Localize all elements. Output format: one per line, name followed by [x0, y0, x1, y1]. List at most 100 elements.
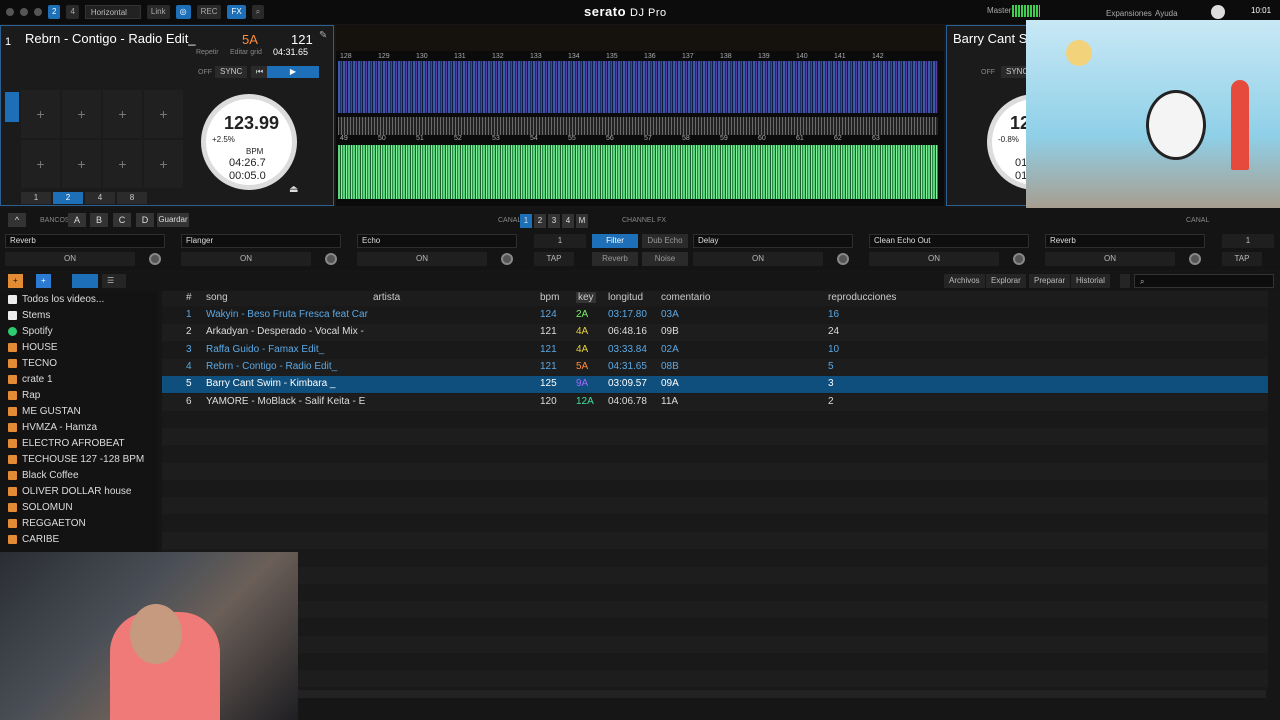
table-row[interactable]: 4 Rebrn - Contigo - Radio Edit_ 121 5A 04:31…: [162, 358, 1268, 376]
header-length[interactable]: longitud: [608, 292, 643, 303]
detail-view-icon[interactable]: ☰: [102, 274, 126, 288]
header-comment[interactable]: comentario: [661, 292, 710, 303]
header-bpm[interactable]: bpm: [540, 292, 559, 303]
save-bank-button[interactable]: Guardar: [157, 213, 189, 227]
crate-item[interactable]: HOUSE: [0, 339, 158, 355]
deck-count-2-button[interactable]: 2: [48, 5, 61, 19]
chfx-reverb-button[interactable]: Reverb: [592, 252, 638, 266]
hotcue-pad[interactable]: +: [144, 140, 183, 188]
repeat-label[interactable]: Repetir: [196, 49, 219, 56]
midi-icon[interactable]: ◎: [175, 5, 191, 19]
window-dot-icon[interactable]: [6, 8, 14, 16]
header-artist[interactable]: artista: [373, 292, 400, 303]
fx-knob[interactable]: [325, 253, 337, 265]
loop-button[interactable]: 8: [117, 192, 147, 204]
fx-knob[interactable]: [837, 253, 849, 265]
fx-unit-5-select[interactable]: Clean Echo Out: [869, 234, 1029, 248]
window-dot-icon[interactable]: [34, 8, 42, 16]
horizontal-scrollbar[interactable]: [298, 690, 1266, 698]
hotcue-pad[interactable]: +: [62, 90, 101, 138]
edit-icon[interactable]: ✎: [319, 30, 327, 41]
header-key[interactable]: key: [576, 292, 596, 303]
off-label[interactable]: OFF: [981, 69, 995, 76]
crate-item[interactable]: Stems: [0, 307, 158, 323]
collapse-icon[interactable]: ^: [8, 213, 26, 227]
chfx-noise-button[interactable]: Noise: [642, 252, 688, 266]
hotcue-pad[interactable]: +: [103, 140, 142, 188]
hotcue-pad[interactable]: +: [62, 140, 101, 188]
crate-item[interactable]: Rap: [0, 387, 158, 403]
crate-item[interactable]: crate 1: [0, 371, 158, 387]
crate-item[interactable]: REGGAETON: [0, 515, 158, 531]
cue-button[interactable]: ⏮: [251, 66, 269, 78]
crate-item[interactable]: SOLOMUN: [0, 499, 158, 515]
channel-4-button[interactable]: 4: [562, 214, 574, 228]
table-row[interactable]: 2 Arkadyan - Desperado - Vocal Mix - 121 4A…: [162, 324, 1268, 342]
table-row[interactable]: 1 Wakyin - Beso Fruta Fresca feat Car 124 2…: [162, 307, 1268, 324]
waveform-deck-1[interactable]: [338, 61, 938, 113]
fx-unit-5-on[interactable]: ON: [869, 252, 999, 266]
fx-unit-1-select[interactable]: Reverb: [5, 234, 165, 248]
deck-count-4-button[interactable]: 4: [66, 5, 79, 19]
window-dot-icon[interactable]: [20, 8, 28, 16]
crate-item[interactable]: TECNO: [0, 355, 158, 371]
off-label[interactable]: OFF: [198, 69, 212, 76]
channel-3-button[interactable]: 3: [548, 214, 560, 228]
loop-button[interactable]: 2: [53, 192, 83, 204]
bank-c-button[interactable]: C: [113, 213, 131, 227]
fx-knob[interactable]: [149, 253, 161, 265]
search-options-icon[interactable]: [1120, 274, 1130, 288]
expansions-menu[interactable]: Expansiones: [1106, 9, 1152, 18]
deck-platter[interactable]: 123.99 +2.5% BPM 04:26.7 00:05.0: [201, 94, 297, 190]
hotcue-pad[interactable]: +: [144, 90, 183, 138]
crate-item[interactable]: TECHOUSE 127 -128 BPM: [0, 451, 158, 467]
play-button[interactable]: ▶: [267, 66, 319, 78]
fx-unit-4-select[interactable]: Delay: [693, 234, 853, 248]
fx-unit-3-on[interactable]: ON: [357, 252, 487, 266]
fx-unit-6-select[interactable]: Reverb: [1045, 234, 1205, 248]
hotcue-pad[interactable]: +: [21, 140, 60, 188]
hotcue-pad[interactable]: +: [103, 90, 142, 138]
search-icon[interactable]: ⌕: [251, 5, 265, 19]
history-tab[interactable]: Historial: [1071, 274, 1110, 288]
tap-left-button[interactable]: TAP: [534, 252, 574, 266]
fx-unit-1-on[interactable]: ON: [5, 252, 135, 266]
chfx-dubecho-button[interactable]: Dub Echo: [642, 234, 688, 248]
fx-knob[interactable]: [501, 253, 513, 265]
channel-1-button[interactable]: 1: [520, 214, 532, 228]
crate-item[interactable]: CARIBE: [0, 531, 158, 547]
eject-icon[interactable]: ⏏: [289, 184, 298, 195]
prepare-tab[interactable]: Preparar: [1029, 274, 1071, 288]
search-input[interactable]: ⌕: [1134, 274, 1274, 288]
fx-unit-2-on[interactable]: ON: [181, 252, 311, 266]
browse-tab[interactable]: Explorar: [986, 274, 1026, 288]
fx-unit-6-on[interactable]: ON: [1045, 252, 1175, 266]
crate-item[interactable]: Black Coffee: [0, 467, 158, 483]
chfx-filter-button[interactable]: Filter: [592, 234, 638, 248]
crate-item[interactable]: Spotify: [0, 323, 158, 339]
beats-left[interactable]: 1: [534, 234, 586, 248]
crate-item[interactable]: ELECTRO AFROBEAT: [0, 435, 158, 451]
waveform-deck-2[interactable]: [338, 145, 938, 199]
rec-button[interactable]: REC: [196, 5, 222, 19]
fx-knob[interactable]: [1013, 253, 1025, 265]
loop-button[interactable]: 1: [21, 192, 51, 204]
channel-2-button[interactable]: 2: [534, 214, 546, 228]
fx-unit-4-on[interactable]: ON: [693, 252, 823, 266]
table-row[interactable]: 3 Raffa Guido - Famax Edit_ 121 4A 03:33.84 0…: [162, 342, 1268, 359]
bank-d-button[interactable]: D: [136, 213, 154, 227]
beats-right[interactable]: 1: [1222, 234, 1274, 248]
bank-b-button[interactable]: B: [90, 213, 108, 227]
files-tab[interactable]: Archivos: [944, 274, 985, 288]
link-button[interactable]: Link: [146, 5, 170, 19]
crate-item[interactable]: ME GUSTAN: [0, 403, 158, 419]
table-row[interactable]: 5 Barry Cant Swim - Kimbara _ 125 9A 03:09.5…: [162, 376, 1268, 394]
layout-select[interactable]: Horizontal: [84, 5, 141, 19]
add-crate-icon[interactable]: +: [8, 274, 23, 288]
list-view-icon[interactable]: [72, 274, 98, 288]
table-row[interactable]: 6 YAMORE - MoBlack - Salif Keita - E 120 12…: [162, 393, 1268, 411]
edit-grid-label[interactable]: Editar grid: [230, 49, 262, 56]
fx-unit-2-select[interactable]: Flanger: [181, 234, 341, 248]
tap-right-button[interactable]: TAP: [1222, 252, 1262, 266]
bank-a-button[interactable]: A: [68, 213, 86, 227]
